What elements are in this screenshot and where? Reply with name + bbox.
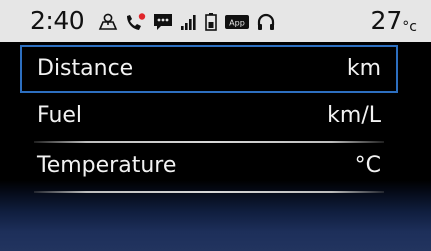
- menu-item-temperature[interactable]: Temperature °C: [20, 143, 398, 191]
- message-icon: [152, 12, 174, 32]
- clock: 2:40: [30, 6, 85, 35]
- app-icon-label: App: [229, 19, 245, 28]
- menu-item-label: Temperature: [37, 153, 177, 178]
- status-bar: 2:40 App 27°c: [0, 0, 431, 42]
- menu-item-fuel[interactable]: Fuel km/L: [20, 93, 398, 141]
- headphones-icon: [256, 12, 276, 32]
- menu-item-label: Fuel: [37, 103, 83, 128]
- signal-strength-icon: [180, 12, 198, 32]
- app-icon: App: [224, 12, 250, 32]
- menu-item-label: Distance: [37, 56, 134, 81]
- missed-call-icon: [124, 12, 146, 32]
- outside-temperature-value: 27: [370, 6, 403, 35]
- screen: 2:40 App 27°c Distance km Fuel km/L Temp…: [0, 0, 431, 251]
- menu-item-value: km/L: [327, 103, 381, 128]
- menu-item-value: °C: [354, 153, 381, 178]
- menu-item-distance[interactable]: Distance km: [20, 45, 398, 93]
- battery-icon: [204, 12, 218, 32]
- menu-item-value: km: [346, 56, 381, 81]
- navigation-icon: [98, 12, 118, 32]
- units-list: Distance km Fuel km/L Temperature °C: [20, 45, 398, 193]
- divider: [34, 191, 384, 193]
- outside-temperature: 27°c: [370, 6, 417, 42]
- status-icons: App: [98, 10, 276, 34]
- outside-temperature-unit: °c: [402, 19, 417, 35]
